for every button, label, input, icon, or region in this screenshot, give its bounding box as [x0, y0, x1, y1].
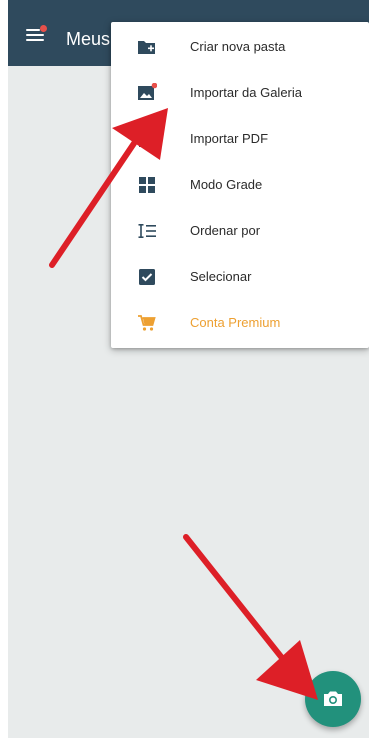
- menu-item-create-folder[interactable]: Criar nova pasta: [111, 24, 369, 70]
- menu-item-label: Criar nova pasta: [190, 39, 286, 54]
- camera-fab-button[interactable]: [305, 671, 361, 727]
- page-title: Meus: [66, 29, 111, 49]
- menu-item-import-pdf[interactable]: Importar PDF: [111, 116, 369, 162]
- pdf-icon: [137, 129, 157, 149]
- hamburger-menu-icon[interactable]: [26, 25, 47, 43]
- menu-item-label: Selecionar: [190, 269, 252, 284]
- menu-item-label: Conta Premium: [190, 315, 281, 330]
- grid-icon: [137, 175, 157, 195]
- sort-icon: [137, 221, 157, 241]
- menu-item-grid-mode[interactable]: Modo Grade: [111, 162, 369, 208]
- menu-item-label: Importar da Galeria: [190, 85, 302, 100]
- menu-item-label: Ordenar por: [190, 223, 261, 238]
- cart-icon: [137, 313, 157, 333]
- menu-item-label: Modo Grade: [190, 177, 263, 192]
- image-icon: [137, 82, 158, 103]
- folder-plus-icon: [137, 37, 157, 57]
- menu-item-select[interactable]: Selecionar: [111, 254, 369, 300]
- menu-item-premium-account[interactable]: Conta Premium: [111, 300, 369, 346]
- menu-item-sort-by[interactable]: Ordenar por: [111, 208, 369, 254]
- notification-dot: [40, 25, 47, 32]
- checkbox-icon: [137, 267, 157, 287]
- overflow-menu: Criar nova pasta Importar da Galeria Imp…: [111, 22, 369, 348]
- app-screen: Meus Criar nova pasta Importar da Galeri…: [8, 0, 369, 738]
- menu-item-import-gallery[interactable]: Importar da Galeria: [111, 70, 369, 116]
- menu-item-label: Importar PDF: [190, 131, 269, 146]
